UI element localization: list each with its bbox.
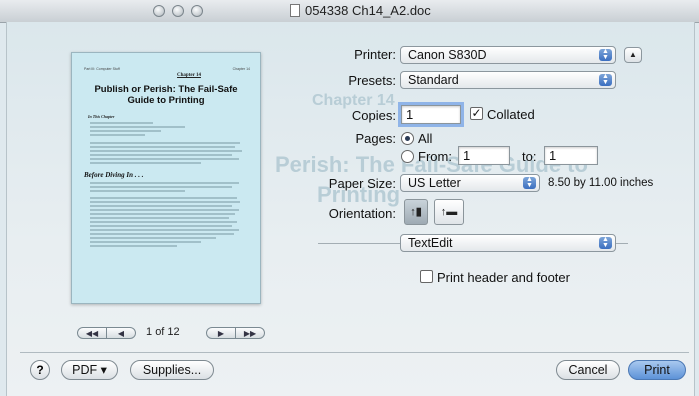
copies-label: Copies: <box>351 108 396 123</box>
preview-text-lines <box>90 182 248 192</box>
printer-label: Printer: <box>354 47 396 62</box>
header-footer-label: Print header and footer <box>437 270 570 285</box>
paper-size-label: Paper Size: <box>328 176 396 191</box>
preview-header-right: Chapter 14 <box>232 67 250 71</box>
popup-arrows-icon: ▲ ▼ <box>523 176 536 189</box>
window-title-text: 054338 Ch14_A2.doc <box>305 3 431 18</box>
header-footer-checkbox[interactable] <box>420 270 433 283</box>
popup-arrows-icon: ▲ ▼ <box>599 73 612 86</box>
title-bar: 054338 Ch14_A2.doc <box>0 0 699 23</box>
landscape-icon[interactable]: ↑▬ <box>434 199 464 225</box>
pages-all-radio[interactable] <box>401 132 414 145</box>
preview-subhead: In This Chapter <box>88 114 115 119</box>
window-title: 054338 Ch14_A2.doc <box>290 3 431 18</box>
pages-from-field[interactable]: 1 <box>458 146 510 165</box>
preview-title: Publish or Perish: The Fail-Safe Guide t… <box>94 84 238 106</box>
paper-size-value: US Letter <box>408 176 461 190</box>
pages-from-radio[interactable] <box>401 150 414 163</box>
page-indicator: 1 of 12 <box>146 326 180 338</box>
preview-chapter: Chapter 14 <box>177 73 201 78</box>
close-window-button[interactable] <box>153 5 165 17</box>
page-count: of 12 <box>155 326 180 338</box>
current-page: 1 <box>146 326 153 338</box>
next-page-button[interactable]: ▶ <box>206 327 236 339</box>
pages-to-field[interactable]: 1 <box>544 146 598 165</box>
preview-text-lines <box>90 197 248 247</box>
pages-to-label: to: <box>522 149 537 164</box>
app-options-value: TextEdit <box>408 236 453 250</box>
previous-page-button[interactable]: ◀ <box>106 327 136 339</box>
pdf-menu-button[interactable]: PDF ▾ <box>61 360 118 380</box>
disclosure-triangle-button[interactable]: ▲ <box>624 47 642 63</box>
presets-label: Presets: <box>348 73 396 88</box>
page-preview: Part III: Computer Stuff Chapter 14 Chapt… <box>71 52 261 304</box>
paper-size-popup[interactable]: US Letter ▲ ▼ <box>400 174 540 192</box>
print-button[interactable]: Print <box>628 360 686 380</box>
preview-text-lines <box>90 142 248 164</box>
supplies-button[interactable]: Supplies... <box>130 360 214 380</box>
printer-popup[interactable]: Canon S830D ▲ ▼ <box>400 46 616 64</box>
pages-from-label: From: <box>418 149 452 164</box>
app-options-popup[interactable]: TextEdit ▲ ▼ <box>400 234 616 252</box>
preview-text-lines <box>90 122 248 136</box>
cancel-button[interactable]: Cancel <box>556 360 620 380</box>
orientation-label: Orientation: <box>328 206 396 221</box>
presets-value: Standard <box>408 73 459 87</box>
portrait-icon[interactable]: ↑▮ <box>404 199 428 225</box>
presets-popup[interactable]: Standard ▲ ▼ <box>400 71 616 89</box>
footer-separator <box>20 352 689 353</box>
preview-section-heading: Before Diving In . . . <box>84 171 144 179</box>
pages-label: Pages: <box>355 131 396 146</box>
printer-value: Canon S830D <box>408 48 487 62</box>
popup-arrows-icon: ▲ ▼ <box>599 48 612 61</box>
preview-header-left: Part III: Computer Stuff <box>84 67 120 71</box>
collated-label: Collated <box>487 107 535 122</box>
collated-checkbox[interactable]: ✓ <box>470 107 483 120</box>
zoom-window-button[interactable] <box>191 5 203 17</box>
minimize-window-button[interactable] <box>172 5 184 17</box>
last-page-button[interactable]: ▶▶ <box>235 327 265 339</box>
document-icon <box>290 4 300 17</box>
paper-dimensions: 8.50 by 11.00 inches <box>548 177 654 189</box>
copies-field[interactable]: 1 <box>398 102 464 127</box>
first-page-button[interactable]: ◀◀ <box>77 327 107 339</box>
help-button[interactable]: ? <box>30 360 50 380</box>
pages-all-label: All <box>418 131 433 146</box>
popup-arrows-icon: ▲ ▼ <box>599 236 612 249</box>
